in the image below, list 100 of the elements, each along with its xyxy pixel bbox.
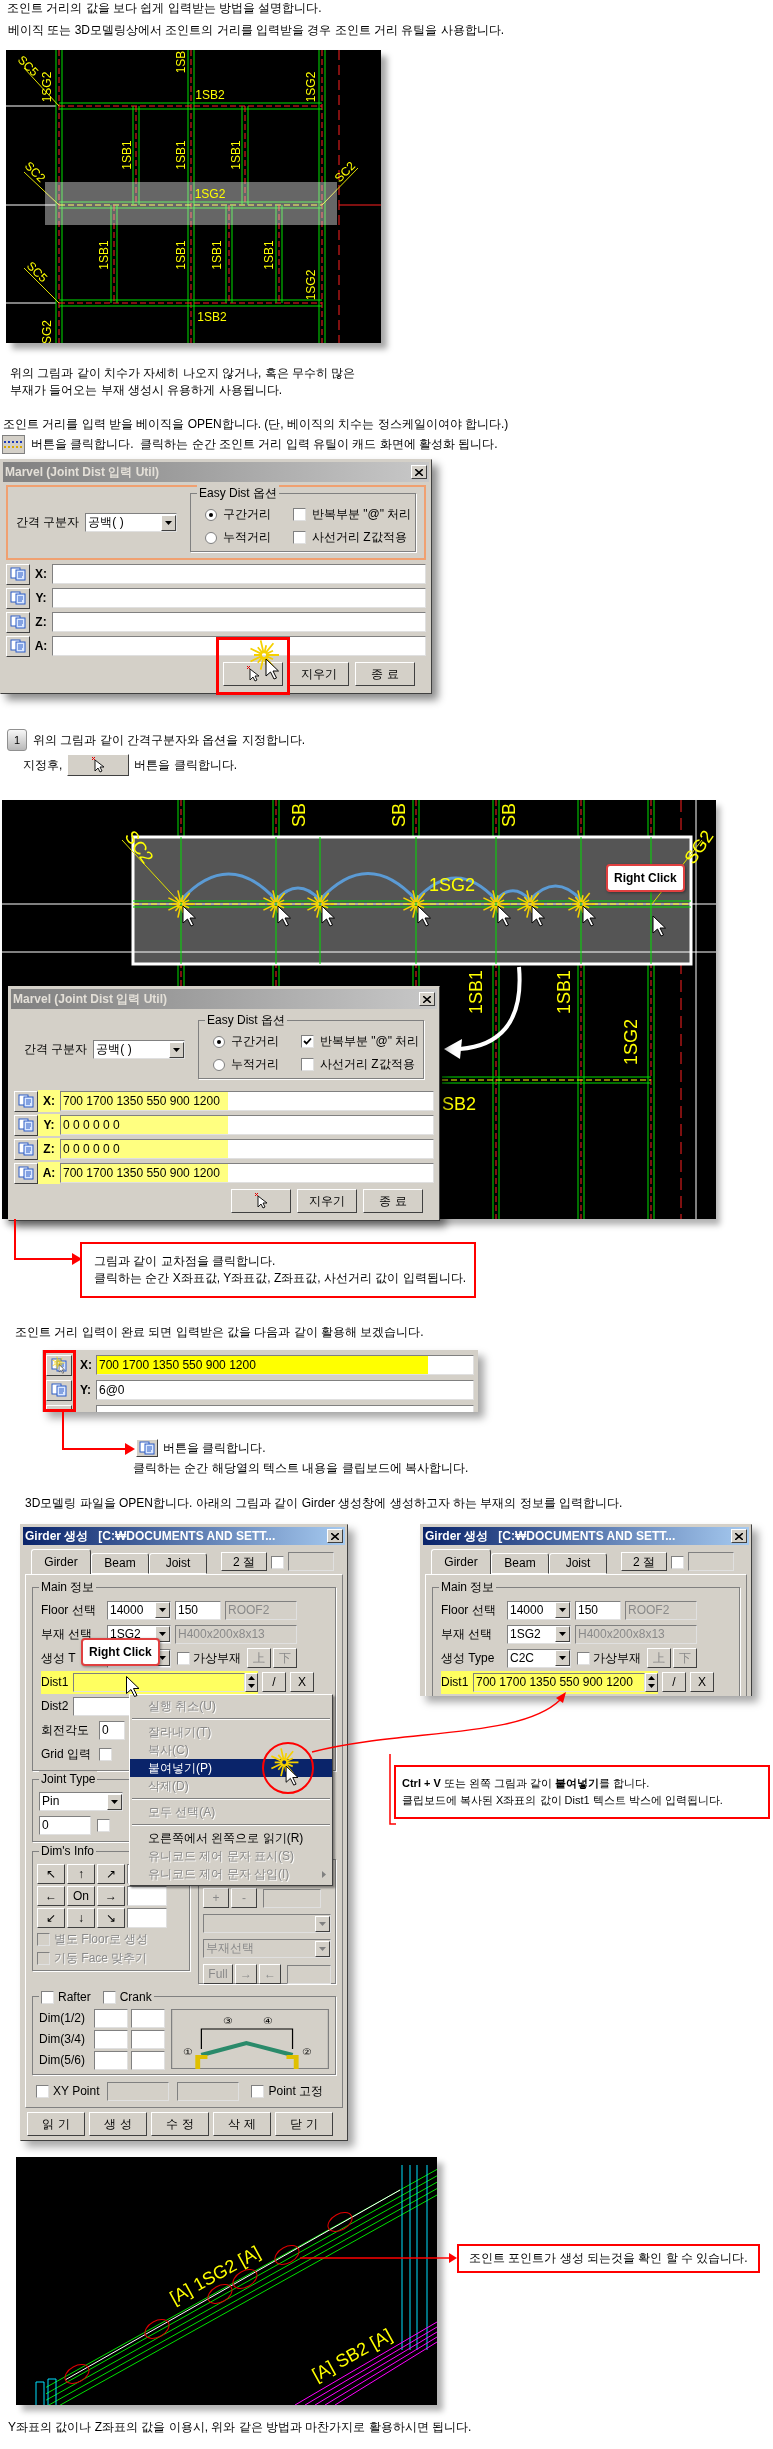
button[interactable]: 2 절	[621, 1552, 667, 1571]
button[interactable]: ↑	[67, 1864, 95, 1884]
input-field[interactable]	[52, 564, 426, 584]
copy-button[interactable]	[14, 1090, 38, 1112]
spinner[interactable]	[645, 1672, 658, 1692]
tab[interactable]: Joist	[149, 1553, 207, 1574]
copy-button[interactable]	[6, 587, 30, 609]
copy-button[interactable]	[6, 563, 30, 585]
button[interactable]: X	[290, 1672, 314, 1692]
input-field[interactable]: 700 1700 1350 550 900 1200	[96, 1355, 474, 1375]
input-field[interactable]: 700 1700 1350 550 900 1200	[60, 1163, 434, 1183]
checkbox[interactable]	[102, 1991, 116, 2004]
toolbar-icon[interactable]	[2, 435, 25, 454]
button[interactable]: 닫 기	[275, 2112, 333, 2136]
checkbox[interactable]	[99, 1747, 112, 1761]
button[interactable]: 종 료	[355, 662, 415, 686]
button[interactable]: ←	[37, 1886, 65, 1906]
close-button[interactable]	[327, 1529, 343, 1543]
checkbox[interactable]	[293, 508, 306, 521]
dropdown[interactable]: 공백( )	[85, 513, 178, 532]
pick-button[interactable]	[231, 1189, 291, 1213]
close-button[interactable]	[731, 1529, 747, 1543]
checkbox[interactable]	[301, 1058, 314, 1071]
checkbox[interactable]	[36, 2084, 49, 2098]
button[interactable]: ↗	[97, 1864, 125, 1884]
copy-button[interactable]	[14, 1162, 38, 1184]
input-field[interactable]	[52, 588, 426, 608]
input-field[interactable]	[73, 1672, 245, 1692]
button[interactable]: ↘	[97, 1908, 125, 1928]
input-field[interactable]	[52, 612, 426, 632]
input-field[interactable]	[131, 2051, 165, 2070]
menu-item[interactable]: 오른쪽에서 왼쪽으로 읽기(R)	[130, 1829, 332, 1847]
input-field[interactable]	[288, 1552, 334, 1571]
dropdown[interactable]: 공백( )	[93, 1040, 186, 1059]
input-field[interactable]	[131, 2030, 165, 2049]
dropdown[interactable]: 1SG2	[507, 1624, 571, 1644]
input-field[interactable]	[52, 636, 426, 656]
radio-button[interactable]	[213, 1058, 225, 1071]
close-button[interactable]	[411, 465, 427, 479]
input-field[interactable]: 0	[99, 1720, 125, 1740]
input-field[interactable]: 0 0 0 0 0 0	[60, 1115, 434, 1135]
dropdown[interactable]: 14000	[507, 1600, 571, 1620]
input-field[interactable]	[287, 1964, 331, 1984]
tab[interactable]: Beam	[491, 1553, 549, 1574]
input-field[interactable]	[127, 1886, 167, 1906]
radio-button[interactable]	[205, 531, 217, 544]
button[interactable]: On	[67, 1886, 95, 1906]
button[interactable]: X	[690, 1672, 714, 1692]
radio-button[interactable]	[205, 508, 217, 521]
checkbox[interactable]	[301, 1035, 314, 1048]
close-button[interactable]	[419, 992, 435, 1006]
dropdown[interactable]: 14000	[107, 1600, 171, 1620]
button[interactable]: →	[97, 1886, 125, 1906]
button[interactable]: /	[662, 1672, 686, 1692]
input-field[interactable]: 0	[39, 1816, 91, 1835]
checkbox[interactable]	[97, 1819, 110, 1832]
tab[interactable]: Joist	[549, 1553, 607, 1574]
button[interactable]: 지우기	[297, 1189, 357, 1213]
copy-button[interactable]	[46, 1379, 72, 1401]
pick-button[interactable]	[67, 754, 130, 776]
input-field[interactable]: 700 1700 1350 550 900 1200	[473, 1672, 645, 1692]
copy-button[interactable]	[14, 1114, 38, 1136]
menu-item[interactable]: 붙여넣기(P)	[130, 1759, 332, 1777]
copy-button[interactable]	[46, 1354, 72, 1376]
button[interactable]: 종 료	[363, 1189, 423, 1213]
checkbox[interactable]	[293, 531, 306, 544]
button[interactable]: 생 성	[89, 2112, 147, 2136]
input-field[interactable]	[94, 2051, 128, 2070]
checkbox[interactable]	[577, 1651, 590, 1665]
input-field[interactable]: 0 0 0 0 0 0	[60, 1139, 434, 1159]
button[interactable]: 읽 기	[27, 2112, 85, 2136]
checkbox[interactable]	[41, 1991, 54, 2004]
checkbox[interactable]	[177, 1651, 190, 1665]
tab[interactable]: Girder	[31, 1549, 91, 1574]
button[interactable]: 2 절	[221, 1552, 267, 1571]
button[interactable]: 수 정	[151, 2112, 209, 2136]
button[interactable]: ↓	[67, 1908, 95, 1928]
button[interactable]: /	[262, 1672, 286, 1692]
button[interactable]: 지우기	[289, 662, 349, 686]
input-field[interactable]: 150	[175, 1600, 221, 1620]
input-field[interactable]	[177, 2081, 240, 2101]
input-field[interactable]	[94, 2030, 128, 2049]
input-field[interactable]	[94, 2009, 128, 2028]
copy-button[interactable]	[6, 611, 30, 633]
tab[interactable]: Beam	[91, 1553, 149, 1574]
copy-button[interactable]	[14, 1138, 38, 1160]
copy-button[interactable]	[136, 1439, 158, 1457]
spinner[interactable]	[245, 1672, 258, 1692]
radio-button[interactable]	[213, 1035, 225, 1048]
input-field[interactable]: 700 1700 1350 550 900 1200	[60, 1091, 434, 1111]
tab[interactable]: Girder	[431, 1549, 491, 1574]
copy-button[interactable]	[6, 635, 30, 657]
dropdown[interactable]: Pin	[39, 1792, 123, 1811]
button[interactable]: ↙	[37, 1908, 65, 1928]
input-field[interactable]	[688, 1552, 734, 1571]
input-field[interactable]: 6@0	[96, 1380, 474, 1400]
checkbox[interactable]	[251, 2084, 265, 2098]
button[interactable]: ↖	[37, 1864, 65, 1884]
dropdown[interactable]	[203, 1914, 331, 1933]
input-field[interactable]: 150	[575, 1600, 621, 1620]
